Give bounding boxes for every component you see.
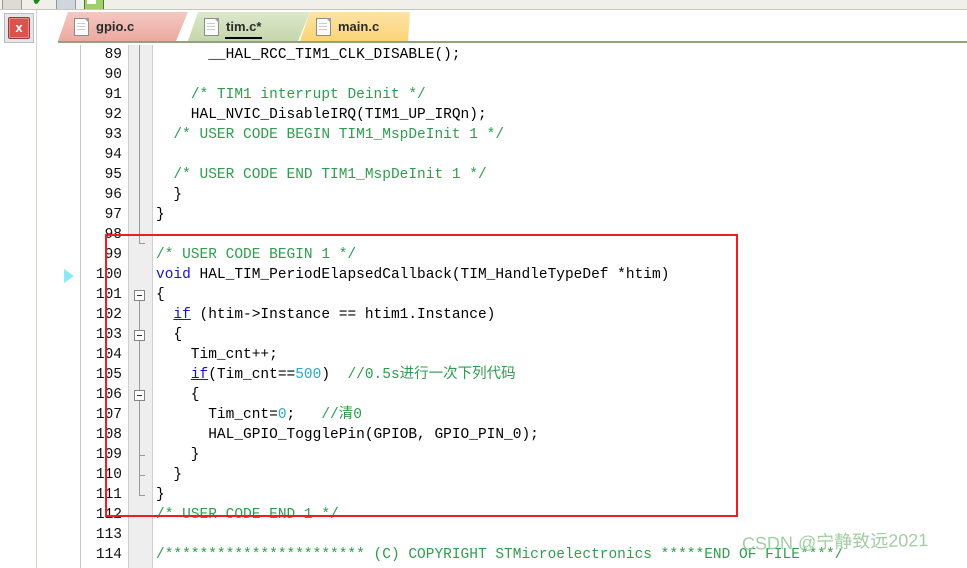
code-line[interactable]: { xyxy=(154,325,967,345)
code-line[interactable]: /* TIM1 interrupt Deinit */ xyxy=(154,85,967,105)
fold-toggle-icon[interactable] xyxy=(134,290,145,301)
line-number: 98 xyxy=(104,227,122,243)
code-line[interactable]: __HAL_RCC_TIM1_CLK_DISABLE(); xyxy=(154,45,967,65)
code-line[interactable]: } xyxy=(154,185,967,205)
code-line[interactable]: if(Tim_cnt==500) //0.5s进行一次下列代码 xyxy=(154,365,967,385)
file-icon xyxy=(204,18,219,36)
file-icon xyxy=(316,18,331,36)
line-number: 96 xyxy=(104,187,122,203)
code-line[interactable]: /*********************** (C) COPYRIGHT S… xyxy=(154,545,967,565)
left-dock-bar: x xyxy=(0,10,37,568)
line-number: 113 xyxy=(95,527,122,543)
toolbar-strip: ✔ xyxy=(0,0,967,10)
code-folding-gutter[interactable] xyxy=(128,45,153,568)
code-line[interactable]: /* USER CODE BEGIN TIM1_MspDeInit 1 */ xyxy=(154,125,967,145)
line-number: 93 xyxy=(104,127,122,143)
line-number: 103 xyxy=(95,327,122,343)
tab-tim-c[interactable]: tim.c* xyxy=(188,12,310,41)
line-number: 110 xyxy=(95,467,122,483)
code-line[interactable] xyxy=(154,145,967,165)
code-line[interactable]: /* USER CODE BEGIN 1 */ xyxy=(154,245,967,265)
editor-marker-gutter[interactable] xyxy=(59,45,81,568)
line-number: 95 xyxy=(104,167,122,183)
tab-label: tim.c* xyxy=(226,19,262,34)
line-number: 112 xyxy=(95,507,122,523)
code-line[interactable] xyxy=(154,65,967,85)
check-icon[interactable]: ✔ xyxy=(30,0,48,9)
fold-toggle-icon[interactable] xyxy=(134,330,145,341)
toolbar-icon-group: ✔ xyxy=(2,0,104,9)
code-line[interactable] xyxy=(154,525,967,545)
save-icon[interactable] xyxy=(2,0,22,9)
code-line[interactable]: Tim_cnt=0; //清0 xyxy=(154,405,967,425)
tab-main-c[interactable]: main.c xyxy=(300,12,410,41)
tab-label: gpio.c xyxy=(96,19,135,34)
code-line[interactable]: if (htim->Instance == htim1.Instance) xyxy=(154,305,967,325)
line-number: 109 xyxy=(95,447,122,463)
bookmark-arrow-icon[interactable] xyxy=(64,269,74,283)
close-icon[interactable]: x xyxy=(8,17,30,39)
line-number: 114 xyxy=(95,547,122,563)
line-number: 108 xyxy=(95,427,122,443)
line-number: 97 xyxy=(104,207,122,223)
line-number: 101 xyxy=(95,287,122,303)
tab-gpio-c[interactable]: gpio.c xyxy=(58,12,188,41)
line-number: 106 xyxy=(95,387,122,403)
code-line[interactable]: } xyxy=(154,485,967,505)
editor-tab-bar: gpio.c tim.c* main.c xyxy=(58,12,967,43)
code-line[interactable]: } xyxy=(154,445,967,465)
code-line[interactable] xyxy=(154,225,967,245)
line-number: 107 xyxy=(95,407,122,423)
fold-end-marker xyxy=(139,455,145,456)
line-number: 104 xyxy=(95,347,122,363)
code-editor[interactable]: 89 90 91 92 93 94 95 96 97 98 99 100 101 102 103 104 105… xyxy=(59,45,967,568)
code-line[interactable]: Tim_cnt++; xyxy=(154,345,967,365)
line-number: 111 xyxy=(95,487,122,503)
line-number-gutter: 89 90 91 92 93 94 95 96 97 98 99 100 101 102 103 104 105… xyxy=(81,45,128,568)
code-line[interactable]: void HAL_TIM_PeriodElapsedCallback(TIM_H… xyxy=(154,265,967,285)
line-number: 94 xyxy=(104,147,122,163)
fold-end-marker xyxy=(139,475,145,476)
code-line[interactable]: } xyxy=(154,465,967,485)
line-number: 92 xyxy=(104,107,122,123)
code-line[interactable]: /* USER CODE END TIM1_MspDeInit 1 */ xyxy=(154,165,967,185)
line-number: 105 xyxy=(95,367,122,383)
line-number: 89 xyxy=(104,47,122,63)
document-icon[interactable] xyxy=(56,0,76,9)
file-icon xyxy=(74,18,89,36)
line-number: 100 xyxy=(95,267,122,283)
fold-guide-line xyxy=(139,45,140,243)
code-line[interactable]: } xyxy=(154,205,967,225)
code-line[interactable]: { xyxy=(154,285,967,305)
fold-toggle-icon[interactable] xyxy=(134,390,145,401)
fold-end-marker xyxy=(139,243,145,244)
code-line[interactable]: /* USER CODE END 1 */ xyxy=(154,505,967,525)
code-text-area[interactable]: __HAL_RCC_TIM1_CLK_DISABLE(); /* TIM1 in… xyxy=(154,45,967,568)
fold-end-marker xyxy=(139,495,145,496)
code-line[interactable]: { xyxy=(154,385,967,405)
line-number: 102 xyxy=(95,307,122,323)
line-number: 91 xyxy=(104,87,122,103)
tab-label: main.c xyxy=(338,19,380,34)
code-line[interactable]: HAL_GPIO_TogglePin(GPIOB, GPIO_PIN_0); xyxy=(154,425,967,445)
line-number: 90 xyxy=(104,67,122,83)
code-line[interactable]: HAL_NVIC_DisableIRQ(TIM1_UP_IRQn); xyxy=(154,105,967,125)
build-icon[interactable] xyxy=(84,0,104,9)
line-number: 99 xyxy=(104,247,122,263)
